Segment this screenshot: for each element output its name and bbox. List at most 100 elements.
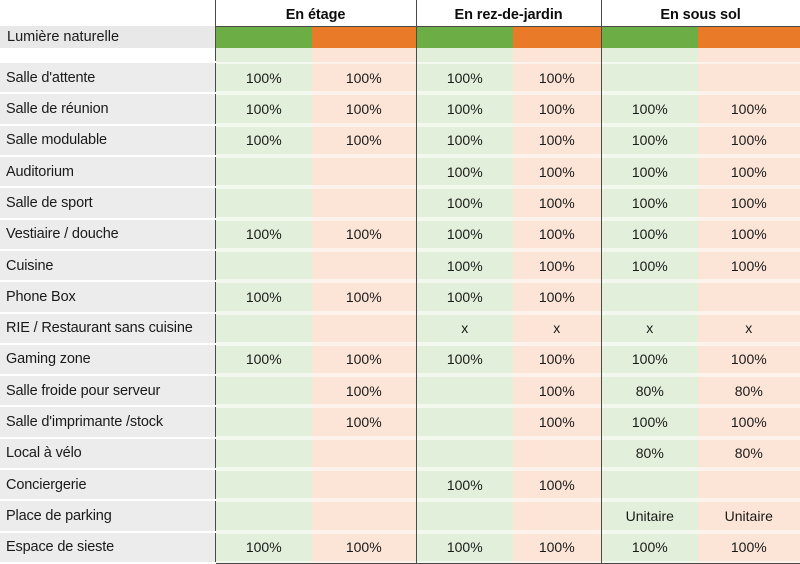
table-cell: 100% (312, 531, 417, 564)
spacer-cell-4 (513, 48, 602, 62)
table-cell (214, 155, 312, 188)
table-row: Salle modulable 100% 100% 100% 100% 100% 100% (0, 123, 800, 157)
table-cell: 100% (600, 406, 699, 438)
table-cell: 100% (513, 187, 602, 219)
row-label: Salle modulable (0, 123, 215, 157)
table-cell (698, 281, 800, 313)
table-cell (600, 469, 699, 501)
table-row: Cuisine 100% 100% 100% 100% (0, 248, 800, 283)
table-cell (698, 469, 800, 501)
table-cell: 100% (312, 406, 417, 438)
table-cell (312, 155, 417, 188)
table-cell: 100% (415, 218, 514, 250)
table-cell: 100% (600, 343, 699, 376)
table-cell (214, 187, 312, 219)
band-swatch-green-etage (214, 25, 312, 48)
row-label: Salle de sport (0, 186, 215, 220)
table-row: Salle de réunion 100% 100% 100% 100% 100% 100% (0, 92, 800, 126)
table-cell (415, 500, 514, 532)
table-cell (415, 406, 514, 438)
table-cell: 100% (513, 469, 602, 501)
table-row: Place de parking Unitaire Unitaire (0, 499, 800, 533)
table-row: Conciergerie 100% 100% (0, 468, 800, 502)
row-label: Auditorium (0, 154, 215, 189)
table-cell (698, 62, 800, 94)
spacer-cell-2 (312, 48, 417, 62)
table-cell: 100% (513, 155, 602, 188)
table-cell: 100% (415, 155, 514, 188)
spacer-label-cell (0, 48, 215, 62)
row-label: Espace de sieste (0, 530, 215, 564)
table-header: En étage En rez-de-jardin En sous sol Lu… (0, 0, 800, 62)
table-cell: 80% (600, 437, 699, 470)
table-cell (214, 437, 312, 470)
table-cell: 100% (214, 343, 312, 376)
table-cell: 100% (214, 93, 312, 125)
row-label: RIE / Restaurant sans cuisine (0, 311, 215, 345)
table-cell: 100% (600, 531, 699, 564)
lumiere-naturelle-table: En étage En rez-de-jardin En sous sol Lu… (0, 0, 800, 564)
table-cell: 100% (600, 218, 699, 250)
band-swatch-green-rez (415, 25, 514, 48)
table-cell: 100% (513, 343, 602, 376)
table-cell: 100% (513, 406, 602, 438)
group-header-row: En étage En rez-de-jardin En sous sol (0, 0, 800, 26)
table-cell: 100% (415, 281, 514, 313)
table-cell: 80% (600, 375, 699, 407)
table-cell: 100% (415, 249, 514, 282)
spacer-cell-6 (698, 48, 800, 62)
table-cell (214, 249, 312, 282)
spacer-cell-1 (214, 48, 312, 62)
table-cell: x (415, 312, 514, 344)
table-row: Phone Box 100% 100% 100% 100% (0, 280, 800, 314)
table-cell: 100% (698, 218, 800, 250)
table-cell: 100% (214, 218, 312, 250)
table-cell: 100% (698, 93, 800, 125)
table-cell: 100% (698, 343, 800, 376)
row-label: Cuisine (0, 248, 215, 283)
row-caption-lumiere-naturelle: Lumière naturelle (0, 26, 215, 48)
table-cell: 100% (698, 155, 800, 188)
group-header-en-etage: En étage (214, 0, 417, 26)
table-row: Salle d'attente 100% 100% 100% 100% (0, 60, 800, 95)
row-label: Salle d'imprimante /stock (0, 405, 215, 439)
table-cell (600, 62, 699, 94)
table-cell: 100% (312, 93, 417, 125)
row-label: Salle d'attente (0, 60, 215, 95)
table-cell: 100% (513, 281, 602, 313)
row-label: Conciergerie (0, 468, 215, 502)
table-cell (214, 500, 312, 532)
table-cell (312, 187, 417, 219)
table-cell: Unitaire (600, 500, 699, 532)
table-cell: 100% (513, 249, 602, 282)
row-label: Local à vélo (0, 436, 215, 471)
table-row: Salle froide pour serveur 100% 100% 80% 80% (0, 374, 800, 408)
table-cell: 100% (415, 343, 514, 376)
band-swatch-orange-rez (513, 25, 602, 48)
table-cell: x (513, 312, 602, 344)
table-cell: 100% (600, 187, 699, 219)
table-cell: 100% (312, 124, 417, 156)
row-label: Salle de réunion (0, 92, 215, 126)
table-cell (312, 437, 417, 470)
table-cell: 100% (513, 375, 602, 407)
table-cell (214, 375, 312, 407)
table-cell: 100% (513, 93, 602, 125)
table-cell: 100% (312, 218, 417, 250)
table-body: Salle d'attente 100% 100% 100% 100% Salle de … (0, 60, 800, 564)
row-label: Place de parking (0, 499, 215, 533)
table-cell (312, 312, 417, 344)
table-cell: 100% (513, 531, 602, 564)
table-cell: 100% (214, 281, 312, 313)
table-cell: 100% (600, 155, 699, 188)
table-cell (214, 406, 312, 438)
table-cell: 100% (312, 343, 417, 376)
table-row: Salle d'imprimante /stock 100% 100% 100% 100… (0, 405, 800, 439)
table-row: RIE / Restaurant sans cuisine x x x x (0, 311, 800, 345)
table-cell: 100% (214, 531, 312, 564)
table-cell: 100% (415, 187, 514, 219)
band-swatch-green-sous-sol (600, 25, 699, 48)
table-cell: 100% (698, 249, 800, 282)
table-cell (513, 437, 602, 470)
table-cell: 100% (600, 93, 699, 125)
